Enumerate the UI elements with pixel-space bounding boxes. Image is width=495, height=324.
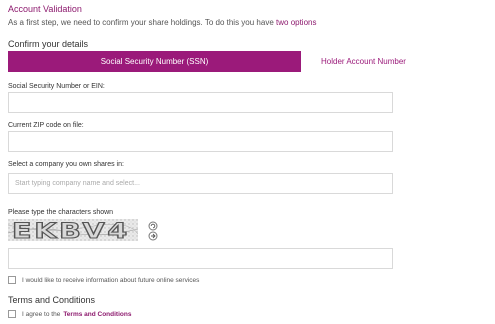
ssn-input[interactable] [8,92,393,113]
newsletter-checkbox[interactable] [8,276,16,284]
tab-bar: Social Security Number (SSN) Holder Acco… [8,51,493,72]
company-label: Select a company you own shares in: [8,161,124,168]
intro-text-body: As a first step, we need to confirm your… [8,18,274,27]
confirm-details-heading: Confirm your details [8,39,89,49]
intro-text: As a first step, we need to confirm your… [8,18,316,27]
newsletter-option: I would like to receive information abou… [8,276,199,284]
terms-heading: Terms and Conditions [8,295,96,305]
two-options-link[interactable]: two options [276,18,316,27]
tab-ssn[interactable]: Social Security Number (SSN) [8,51,301,72]
terms-checkbox[interactable] [8,310,16,318]
captcha-text: EKBV4 [12,219,130,241]
captcha-image: EKBV4 [8,219,138,241]
zip-label: Current ZIP code on file: [8,122,84,129]
page-title: Account Validation [8,4,82,14]
captcha-label: Please type the characters shown [8,209,114,216]
zip-input[interactable] [8,131,393,152]
terms-option: I agree to the Terms and Conditions [8,310,131,318]
newsletter-label: I would like to receive information abou… [22,276,200,284]
company-input[interactable]: Start typing company name and select... [8,173,393,194]
terms-link[interactable]: Terms and Conditions [63,311,131,318]
tab-holder-account-number[interactable]: Holder Account Number [301,51,493,72]
ssn-label: Social Security Number or EIN: [8,83,105,90]
captcha-refresh-icon[interactable] [148,221,158,241]
captcha-input[interactable] [8,248,393,269]
terms-agree-text: I agree to the [22,310,61,318]
